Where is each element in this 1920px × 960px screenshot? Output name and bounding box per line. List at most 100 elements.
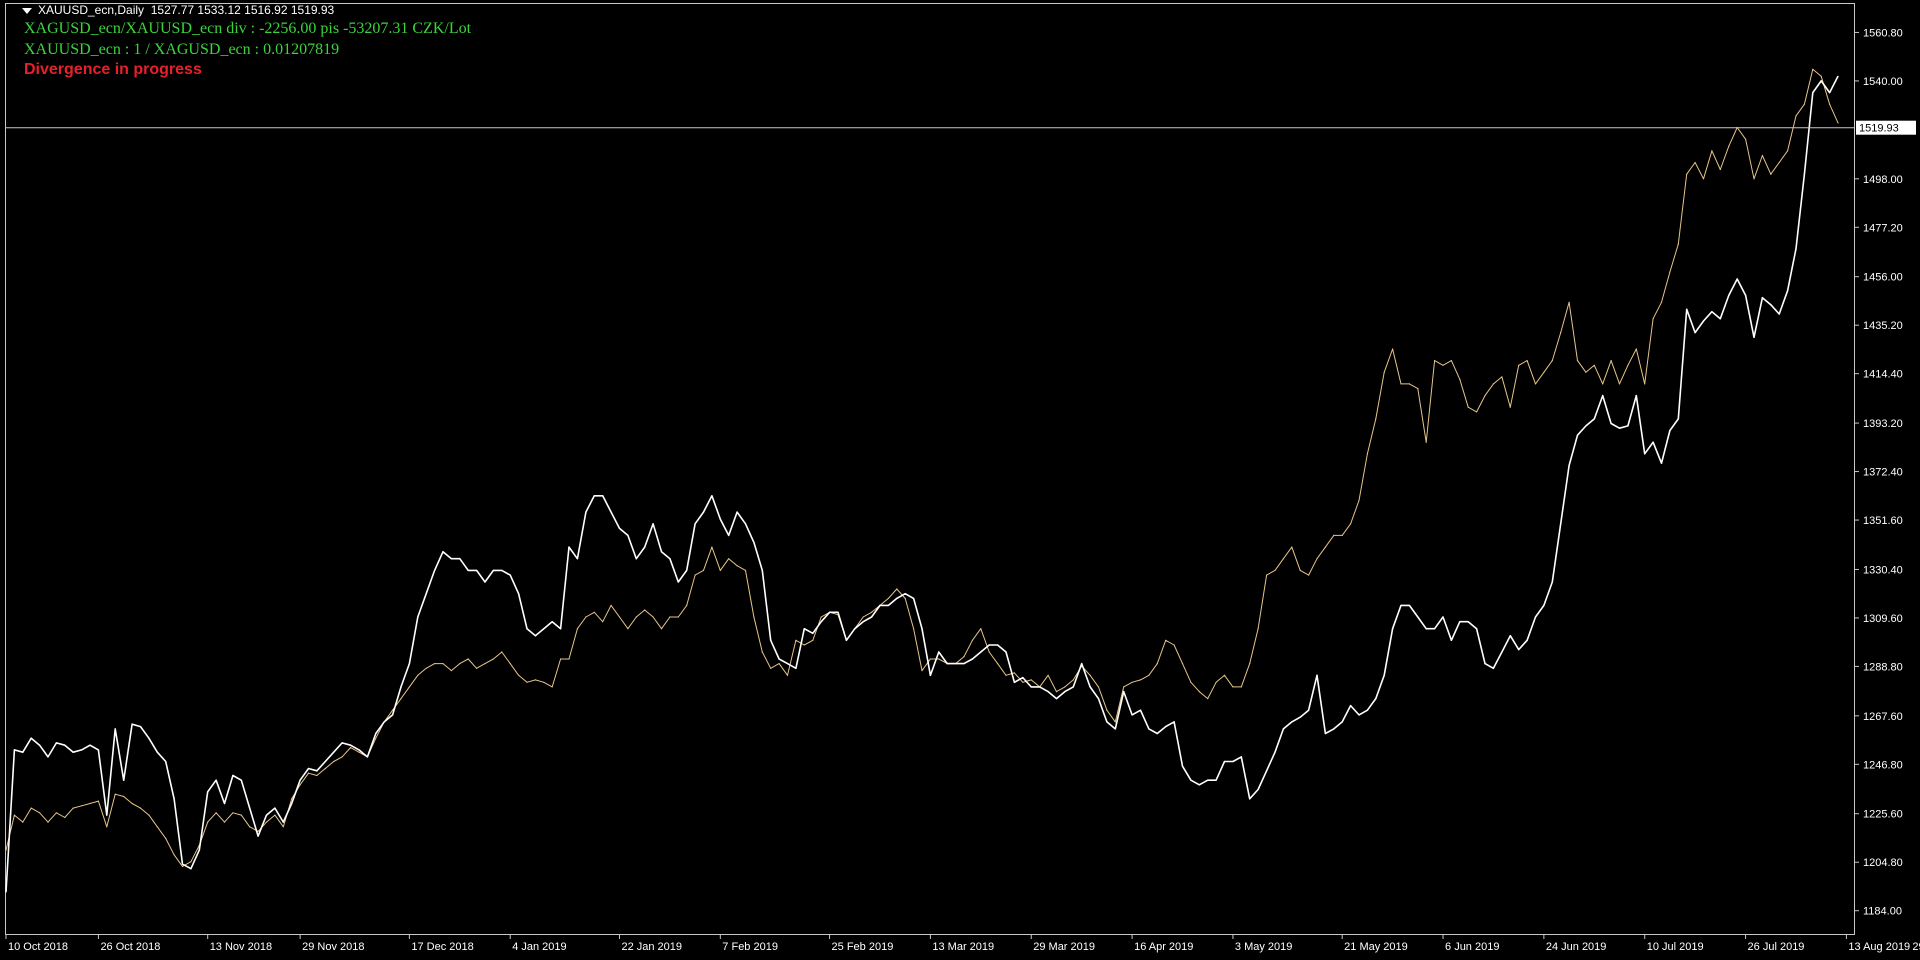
- data-point: [1618, 427, 1621, 429]
- data-point: [106, 826, 108, 828]
- chart-header: XAUUSD_ecn,Daily 1527.77 1533.12 1516.92…: [22, 3, 334, 17]
- data-point: [148, 737, 150, 739]
- data-point: [392, 714, 394, 716]
- data-point: [753, 616, 755, 618]
- data-point: [22, 751, 24, 753]
- data-point: [97, 800, 99, 802]
- data-point: [1669, 429, 1671, 432]
- data-point: [181, 865, 184, 868]
- data-point: [207, 821, 209, 823]
- data-point: [677, 581, 679, 583]
- data-point: [1047, 674, 1049, 676]
- data-point: [1728, 145, 1730, 147]
- price-chart[interactable]: 1560.80 1540.00 1519.93 1498.00 1477.20 1456.…: [0, 0, 1920, 955]
- data-point: [240, 779, 242, 781]
- data-point: [1711, 311, 1713, 313]
- data-point: [896, 588, 898, 590]
- data-point: [139, 807, 142, 809]
- data-point: [1837, 75, 1839, 77]
- data-point: [307, 772, 310, 774]
- data-point: [1173, 644, 1175, 646]
- data-point: [22, 821, 24, 823]
- data-point: [207, 791, 209, 793]
- data-point: [1207, 698, 1209, 700]
- data-point: [627, 628, 629, 630]
- data-point: [1114, 721, 1116, 723]
- data-point: [350, 744, 352, 746]
- x-tick-label: 4 Jan 2019: [512, 941, 566, 953]
- data-point: [669, 558, 671, 560]
- y-tick-label: 1414.40: [1863, 369, 1903, 381]
- x-tick-label: 24 Jun 2019: [1546, 941, 1607, 953]
- data-point: [1602, 383, 1604, 385]
- data-point: [1501, 651, 1503, 653]
- x-tick-label: 10 Oct 2018: [8, 941, 68, 953]
- data-point: [618, 527, 621, 530]
- data-point: [1778, 313, 1780, 315]
- data-point: [820, 621, 822, 623]
- data-point: [291, 802, 293, 805]
- data-point: [736, 511, 738, 513]
- data-point: [1787, 290, 1789, 292]
- data-point: [1089, 674, 1091, 676]
- data-point: [1097, 686, 1100, 688]
- data-point: [1392, 628, 1394, 630]
- data-point: [1013, 672, 1016, 674]
- y-tick-label: 1498.00: [1863, 174, 1903, 186]
- data-point: [1610, 422, 1612, 425]
- data-point: [1795, 248, 1797, 250]
- data-point: [324, 760, 326, 763]
- y-tick-label: 1477.20: [1863, 222, 1903, 234]
- data-point: [1156, 732, 1158, 735]
- x-tick-label: 10 Jul 2019: [1647, 941, 1704, 953]
- ratio-info-text: XAUUSD_ecn : 1 / XAGUSD_ecn : 0.01207819: [24, 41, 340, 58]
- data-point: [728, 558, 730, 560]
- data-point: [215, 812, 217, 814]
- data-point: [1837, 122, 1839, 124]
- data-point: [1509, 406, 1511, 408]
- data-point: [887, 597, 890, 600]
- data-point: [820, 616, 822, 618]
- data-point: [484, 663, 486, 665]
- data-point: [770, 667, 772, 669]
- data-point: [1358, 714, 1360, 716]
- data-point: [1131, 681, 1133, 683]
- data-point: [644, 609, 646, 611]
- data-point: [1753, 336, 1755, 338]
- x-tick-label: 13 Aug 2019: [1848, 941, 1910, 953]
- data-point: [963, 663, 965, 665]
- x-tick-label: 29 Aug 2019: [1912, 941, 1920, 953]
- data-point: [1274, 569, 1276, 572]
- data-point: [1291, 546, 1293, 548]
- data-point: [123, 795, 125, 798]
- data-point: [232, 774, 234, 777]
- data-point: [1173, 721, 1175, 723]
- data-point: [1324, 546, 1326, 548]
- data-point: [1131, 714, 1133, 716]
- data-point: [1753, 178, 1755, 180]
- data-point: [1022, 681, 1024, 683]
- data-point: [1803, 103, 1805, 105]
- data-point: [602, 495, 604, 497]
- data-point: [265, 814, 268, 816]
- data-point: [1181, 663, 1184, 665]
- data-point: [1383, 674, 1385, 676]
- data-point: [5, 891, 7, 893]
- data-point: [660, 628, 663, 630]
- collapse-triangle-icon[interactable]: [22, 7, 32, 14]
- data-point: [1778, 161, 1780, 164]
- data-point: [64, 744, 66, 746]
- data-point: [1442, 616, 1444, 618]
- data-point: [1820, 80, 1822, 82]
- data-point: [1207, 779, 1209, 781]
- data-point: [1366, 453, 1368, 455]
- chart-canvas[interactable]: 1560.80 1540.00 1519.93 1498.00 1477.20 1456.…: [0, 0, 1920, 955]
- x-tick-label: 6 Jun 2019: [1445, 941, 1499, 953]
- data-point: [442, 551, 444, 553]
- y-tick-label: 1351.60: [1863, 515, 1903, 527]
- ohlc-label: 1527.77 1533.12 1516.92 1519.93: [150, 3, 335, 17]
- data-point: [240, 814, 242, 816]
- data-point: [1392, 348, 1394, 350]
- data-point: [1711, 150, 1713, 152]
- data-point: [1123, 691, 1125, 693]
